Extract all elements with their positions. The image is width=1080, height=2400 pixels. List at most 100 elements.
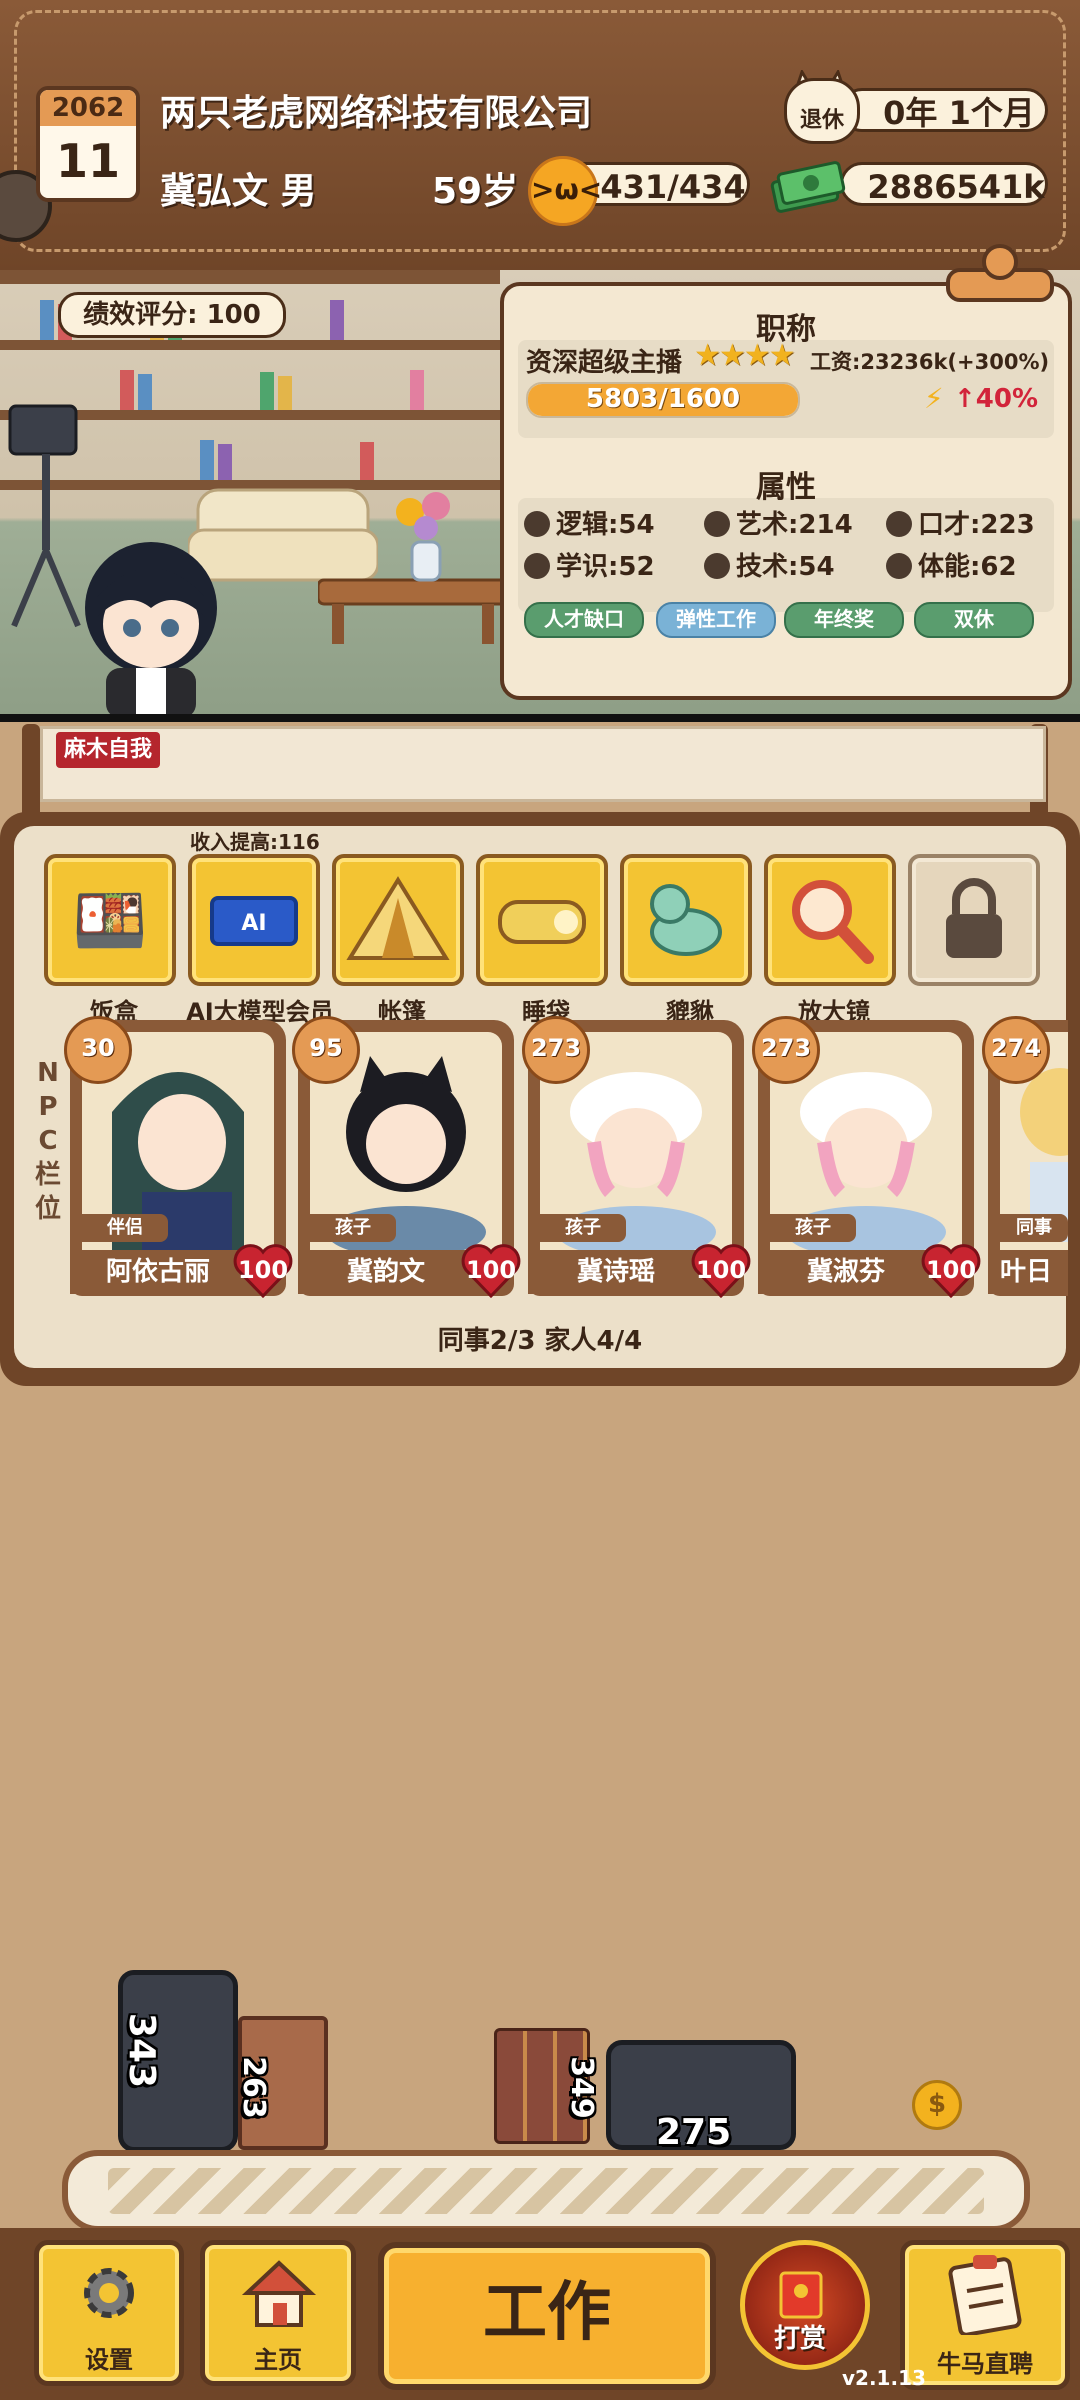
retire-countdown: 0年 1个月 [840,88,1048,132]
attr-eloquence: 口才:223 [886,504,1035,541]
npc-card[interactable]: 273 孩子 冀诗瑶 100 [522,1016,751,1298]
home-icon [241,2260,317,2327]
salary-text: 工资:23236k(+300%) [810,350,1050,374]
item-slot-locked[interactable] [908,854,1040,986]
tag-flexible-work[interactable]: 弹性工作 [656,602,776,638]
player-name-gender: 冀弘文 男 [160,171,317,212]
npc-name: 阿依古丽 [70,1250,246,1294]
calendar-year: 2062 [40,90,136,126]
tag-year-end-bonus[interactable]: 年终奖 [784,602,904,638]
attributes-heading: 属性 [756,470,816,505]
npc-level-badge: 273 [522,1016,590,1084]
player-age: 59岁 [432,171,519,212]
retire-label: 退休 [799,108,844,133]
calendar-widget: 2062 11 [36,86,140,202]
lunchbox-icon: 🍱 [72,885,148,956]
npc-card[interactable]: 30 伴侣 阿依古丽 100 [64,1016,293,1298]
npc-name: 冀淑芬 [758,1250,934,1294]
attr-tech: 技术:54 [704,546,835,583]
job-title: 资深超级主播 [526,348,683,378]
coin-icon[interactable]: $ [912,2080,962,2130]
npc-level-badge: 30 [64,1016,132,1084]
home-label: 主页 [254,2346,302,2374]
settings-label: 设置 [85,2346,133,2374]
flower-vase-icon [396,492,450,582]
lock-icon [946,878,1002,958]
npc-name: 叶日 [988,1250,1068,1294]
ai-card-icon: AI [210,896,298,946]
npc-role: 伴侣 [82,1214,168,1242]
performance-label: 绩效评分: [83,300,198,330]
event-tag[interactable]: 麻木自我 [56,732,161,768]
company-name: 两只老虎网络科技有限公司 [160,93,593,134]
job-stars: ★★★★ [694,338,796,373]
job-market-label: 牛马直聘 [937,2350,1033,2378]
npc-affection: 100 [925,1256,977,1284]
item-sleeping-bag[interactable] [476,854,608,986]
npc-name: 冀诗瑶 [528,1250,704,1294]
event-bar [40,726,1046,802]
money-display: 2886541k [840,162,1048,206]
retire-time: 0年 1个月 [883,94,1035,132]
item-magnifier[interactable] [764,854,896,986]
conveyor-stripes [108,2168,984,2214]
npc-role: 孩子 [310,1214,396,1242]
pixiu-icon [650,884,722,956]
calendar-day: 11 [55,134,120,188]
npc-name: 冀韵文 [298,1250,474,1294]
gear-icon [84,2268,134,2318]
income-value: 263 [235,2056,271,2119]
lightning-icon: ⚡ [924,382,944,415]
attr-knowledge: 学识:52 [524,546,655,583]
attr-logic: 逻辑:54 [524,504,655,541]
conveyor-belt [62,2150,1030,2232]
settings-button[interactable]: 设置 [34,2240,184,2386]
retire-badge[interactable]: 退休 [784,78,860,144]
npc-card[interactable]: 95 孩子 冀韵文 100 [292,1016,521,1298]
lips-icon [886,511,912,537]
performance-score: 绩效评分: 100 [58,292,286,338]
brain-icon [524,511,550,537]
npc-role: 同事 [1000,1214,1068,1242]
item-lunchbox[interactable]: 🍱 [44,854,176,986]
clipboard-icon [948,2255,1022,2335]
mood-value: 431/434 [600,168,746,206]
shield-icon [886,553,912,579]
tag-two-day-weekend[interactable]: 双休 [914,602,1034,638]
npc-card[interactable]: 273 孩子 冀淑芬 100 [752,1016,981,1298]
happy-face-icon: >ω< [528,156,602,226]
work-button[interactable]: 工作 [378,2242,716,2390]
tag-talent-gap[interactable]: 人才缺口 [524,602,644,638]
npc-affection: 100 [465,1256,517,1284]
npc-role: 孩子 [540,1214,626,1242]
player-avatar[interactable] [66,528,236,718]
income-value: 349 [563,2056,599,2119]
salary-boost: ↑40% [954,384,1039,414]
team-count: 同事2/3 家人4/4 [437,1326,643,1356]
npc-level-badge: 274 [982,1016,1050,1084]
income-value: 275 [656,2112,732,2153]
item-pixiu[interactable] [620,854,752,986]
npc-level-badge: 273 [752,1016,820,1084]
version-label: v2.1.13 [842,2366,926,2390]
attr-art: 艺术:214 [704,504,853,541]
magnifier-icon [792,880,874,964]
red-envelope-icon [779,2271,823,2319]
npc-side-label: NPC栏位 [34,1058,61,1224]
attr-stamina: 体能:62 [886,546,1017,583]
cash-stack-icon [770,161,846,213]
item-tent[interactable] [332,854,464,986]
npc-card[interactable]: 274 同事 叶日 [982,1016,1068,1296]
music-note-icon [704,511,730,537]
npc-affection: 100 [237,1256,289,1284]
tent-icon [346,876,450,960]
paper-clip-icon [946,244,1054,302]
sleeping-bag-icon [498,900,586,944]
monitor-icon [704,553,730,579]
svg-text:AI: AI [241,911,266,936]
performance-value: 100 [206,300,261,330]
xp-progress-text: 5803/1600 [585,384,741,414]
home-button[interactable]: 主页 [200,2240,356,2386]
npc-level-badge: 95 [292,1016,360,1084]
item-ai-membership[interactable]: AI [188,854,320,986]
